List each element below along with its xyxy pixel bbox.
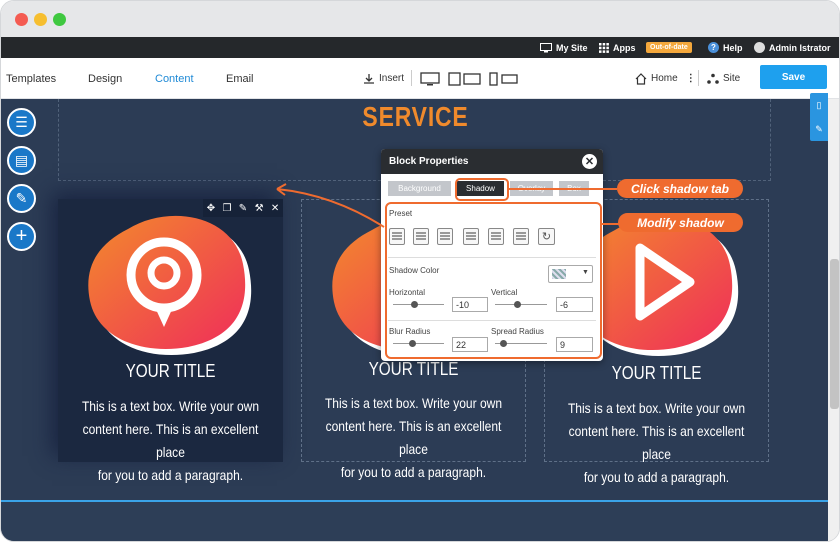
- edit-icon[interactable]: ✎: [239, 203, 247, 214]
- layout-icon: ☰: [15, 114, 28, 130]
- view-mobile-button[interactable]: [489, 58, 519, 99]
- view-desktop-button[interactable]: [420, 58, 440, 99]
- callout-shadow-tab: Click shadow tab: [617, 179, 743, 198]
- card-text-line: for you to add a paragraph.: [340, 464, 487, 480]
- edit-text-icon: ✎: [15, 190, 28, 206]
- scrollbar-thumb[interactable]: [830, 259, 839, 409]
- card-text-line: This is a text box. Write your own: [567, 400, 746, 416]
- duplicate-icon[interactable]: ❐: [222, 203, 231, 214]
- block-toolbar: ✥ ❐ ✎ ⚒ ✕: [203, 199, 283, 217]
- site-label: Site: [723, 73, 741, 84]
- card-text-line: This is a text box. Write your own: [81, 398, 260, 414]
- status-badge: Out-of-date: [646, 42, 692, 53]
- location-pin-graphic: [88, 215, 252, 356]
- card-text-line: for you to add a paragraph.: [97, 467, 244, 483]
- card-text[interactable]: This is a text box. Write your own conte…: [318, 392, 510, 484]
- editor-toolbar: Templates Design Content Email Insert Ho…: [1, 58, 839, 99]
- move-icon[interactable]: ✥: [207, 203, 215, 214]
- user-menu[interactable]: Admin Istrator: [754, 37, 831, 58]
- admin-topbar: My Site Apps Out-of-date ? Help Admin Is…: [1, 37, 839, 58]
- help-icon: ?: [708, 42, 719, 53]
- apps-grid-icon: [599, 42, 609, 53]
- monitor-icon: [540, 42, 552, 52]
- insert-label: Insert: [379, 73, 405, 84]
- home-page-select[interactable]: Home ⋮: [635, 58, 696, 99]
- shadow-settings-highlight: [385, 202, 602, 359]
- site-menu[interactable]: Site: [707, 58, 740, 99]
- tablet-view-icon: [448, 71, 481, 86]
- minimize-window-icon[interactable]: [34, 13, 47, 26]
- home-label: Home: [651, 73, 678, 84]
- card-text-line: for you to add a paragraph.: [583, 469, 730, 485]
- block-icon: ▤: [14, 152, 29, 168]
- next-section: [1, 502, 828, 541]
- save-button[interactable]: Save: [760, 65, 827, 89]
- card-text-line: content here. This is an excellent place: [325, 418, 502, 457]
- shadow-tab-highlight: [455, 178, 509, 201]
- card-title[interactable]: YOUR TITLE: [562, 363, 752, 384]
- service-card-1[interactable]: YOUR TITLE This is a text box. Write you…: [58, 199, 283, 483]
- tab-background[interactable]: Background: [388, 181, 451, 196]
- desktop-view-icon: [420, 71, 440, 85]
- home-icon: [635, 72, 647, 85]
- block-button[interactable]: ▤: [7, 146, 36, 175]
- plus-icon: +: [15, 225, 28, 247]
- brush-icon[interactable]: ✎: [815, 124, 823, 135]
- download-icon: [364, 73, 374, 84]
- add-block-button[interactable]: +: [7, 222, 36, 251]
- window-titlebar: [1, 1, 839, 37]
- edit-text-button[interactable]: ✎: [7, 184, 36, 213]
- toolbar-divider: [411, 70, 412, 86]
- card-title[interactable]: YOUR TITLE: [319, 359, 509, 380]
- help-link[interactable]: ? Help: [708, 37, 743, 58]
- card-title[interactable]: YOUR TITLE: [75, 361, 266, 382]
- my-site-label: My Site: [556, 42, 588, 53]
- callout-connector: [602, 223, 619, 225]
- app-window: My Site Apps Out-of-date ? Help Admin Is…: [0, 0, 840, 542]
- mobile-view-icon: [489, 71, 518, 86]
- right-side-tab[interactable]: ▯ ✎: [810, 93, 828, 141]
- page-icon[interactable]: ▯: [817, 100, 822, 111]
- apps-label: Apps: [613, 42, 636, 53]
- tab-content[interactable]: Content: [155, 58, 194, 99]
- panel-title: Block Properties: [381, 149, 603, 174]
- callout-connector: [509, 188, 617, 190]
- page-scrollbar[interactable]: [828, 99, 839, 541]
- insert-button[interactable]: Insert: [363, 58, 404, 99]
- service-title[interactable]: SERVICE: [123, 101, 708, 133]
- sitemap-icon: [707, 73, 719, 84]
- card-text[interactable]: This is a text box. Write your own conte…: [74, 395, 268, 487]
- tab-email[interactable]: Email: [226, 58, 254, 99]
- out-of-date-badge[interactable]: Out-of-date: [646, 37, 692, 58]
- my-site-link[interactable]: My Site: [540, 37, 588, 58]
- avatar: [754, 42, 765, 53]
- card-text-line: This is a text box. Write your own: [324, 395, 503, 411]
- maximize-window-icon[interactable]: [53, 13, 66, 26]
- close-icon[interactable]: ✕: [271, 203, 279, 214]
- help-label: Help: [723, 42, 743, 53]
- more-vertical-icon[interactable]: ⋮: [686, 73, 696, 84]
- callout-modify-shadow: Modify shadow: [618, 213, 743, 232]
- card-text-line: content here. This is an excellent place: [568, 423, 745, 462]
- tab-templates[interactable]: Templates: [6, 58, 56, 99]
- card-text-line: content here. This is an excellent place: [82, 421, 259, 460]
- tab-design[interactable]: Design: [88, 58, 122, 99]
- card-text[interactable]: This is a text box. Write your own conte…: [561, 397, 753, 489]
- view-tablet-button[interactable]: [448, 58, 482, 99]
- toolbar-divider: [698, 70, 699, 86]
- layout-button[interactable]: ☰: [7, 108, 36, 137]
- properties-icon[interactable]: ⚒: [255, 203, 264, 214]
- panel-close-button[interactable]: ✕: [582, 154, 597, 169]
- close-window-icon[interactable]: [15, 13, 28, 26]
- user-name: Admin Istrator: [769, 42, 831, 53]
- apps-link[interactable]: Apps: [599, 37, 636, 58]
